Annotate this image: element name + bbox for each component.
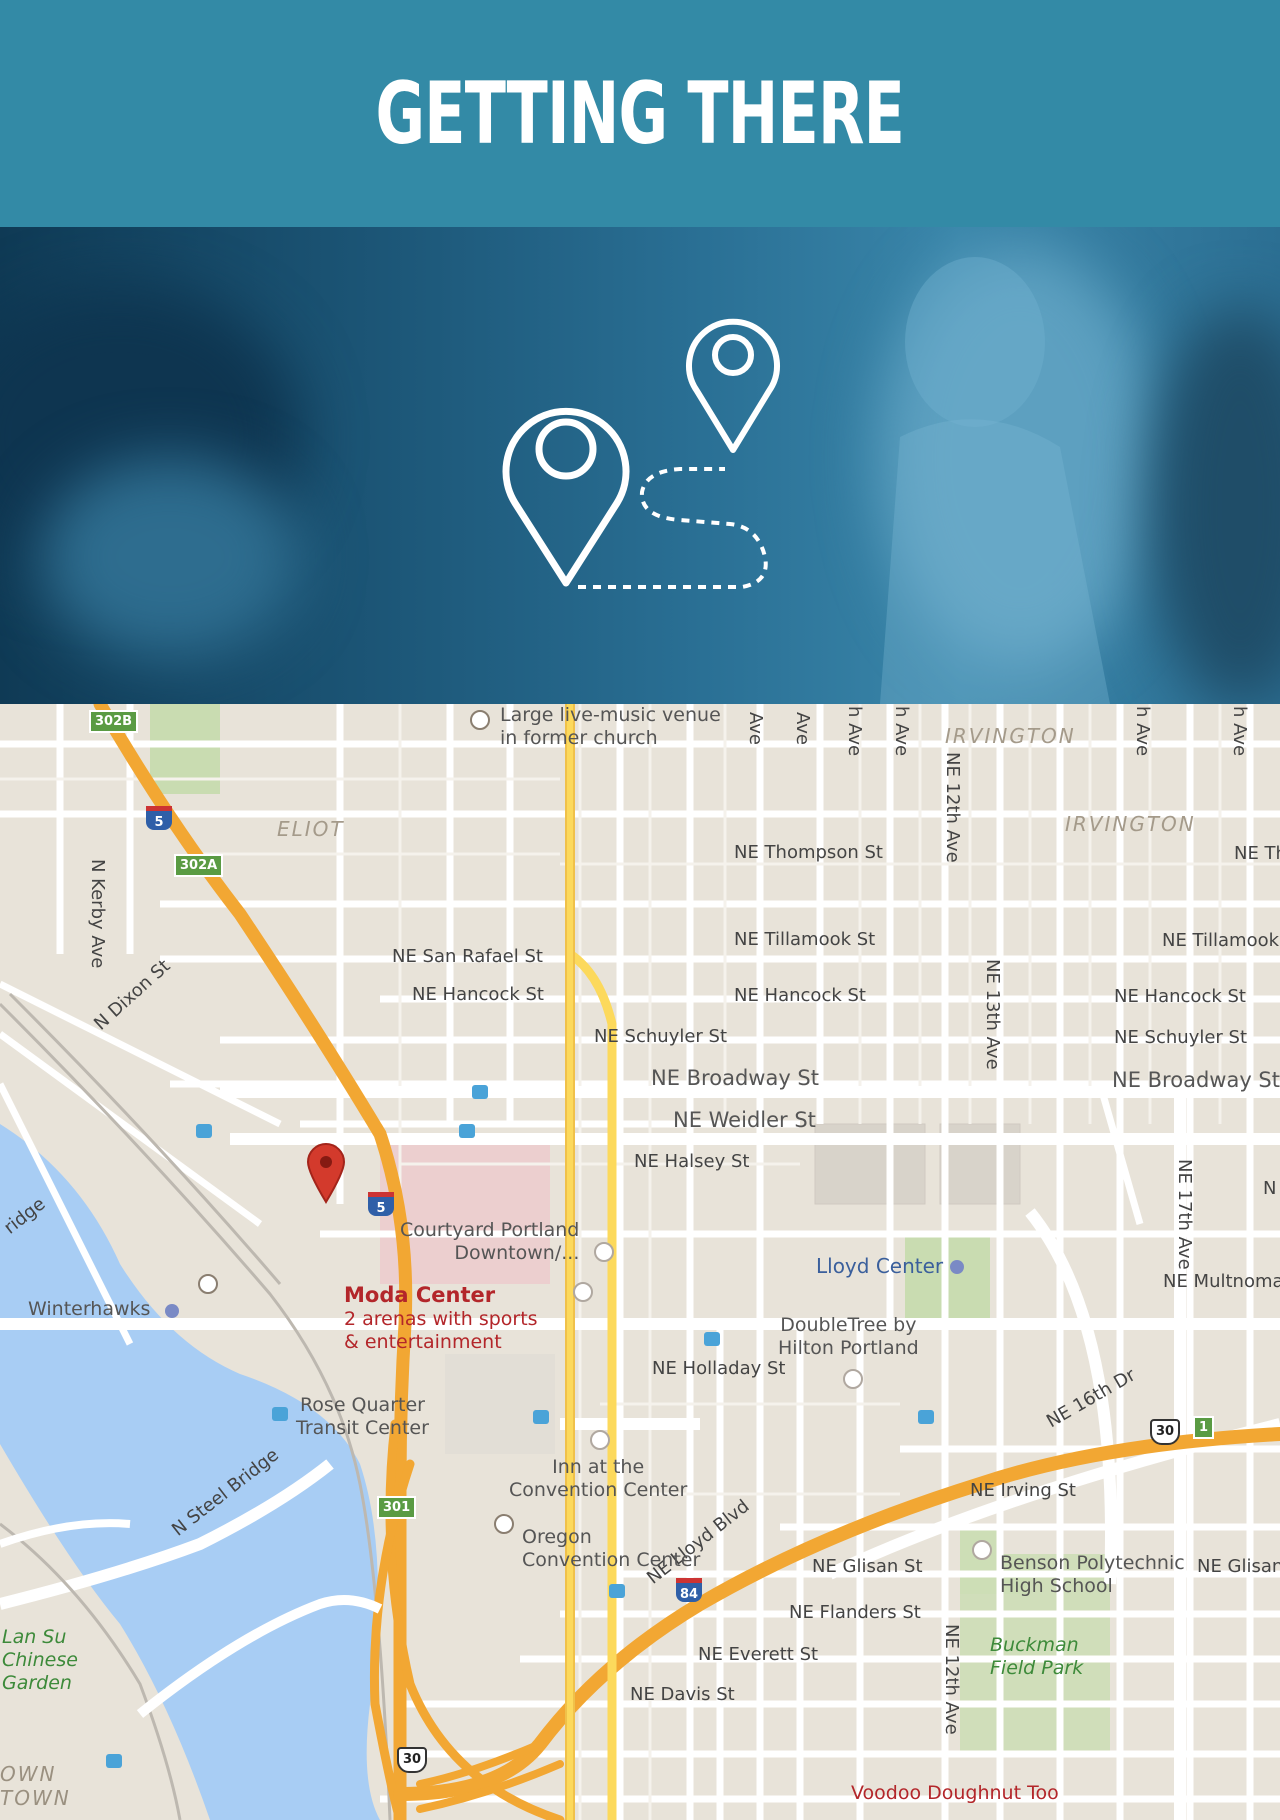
- exit-shield: 302B: [89, 710, 139, 733]
- street-label: Ave: [792, 712, 813, 745]
- street-label: NE Multnoma: [1163, 1271, 1280, 1292]
- exit-shield: 302A: [174, 854, 224, 877]
- street-label: NE Irving St: [970, 1480, 1076, 1501]
- us-route-shield: 30: [1150, 1419, 1180, 1445]
- transit-icon: [472, 1085, 488, 1099]
- neighborhood-label: IRVINGTON: [945, 724, 1076, 748]
- interstate-shield: 5: [146, 806, 172, 830]
- neighborhood-label: OWN TOWN: [0, 1762, 71, 1810]
- transit-icon: [609, 1584, 625, 1598]
- interstate-shield: 5: [368, 1192, 394, 1216]
- transit-icon: [704, 1332, 720, 1346]
- exit-shield: 1: [1193, 1416, 1215, 1439]
- poi-courtyard[interactable]: Courtyard Portland Downtown/...: [400, 1219, 579, 1265]
- hotel-icon: [843, 1369, 863, 1389]
- hotel-icon: [590, 1430, 610, 1450]
- poi-music-venue[interactable]: Large live-music venue in former church: [500, 704, 721, 750]
- street-label: h Ave: [844, 706, 865, 757]
- transit-icon: [196, 1124, 212, 1138]
- street-label: N: [1263, 1178, 1277, 1199]
- street-label: h Ave: [1229, 706, 1250, 757]
- hotel-icon: [573, 1282, 593, 1302]
- poi-inn-convention[interactable]: Inn at the Convention Center: [509, 1456, 687, 1502]
- street-label: NE 17th Ave: [1174, 1159, 1195, 1270]
- street-label: NE Hancock St: [734, 985, 866, 1006]
- transit-icon: [106, 1754, 122, 1768]
- street-label: NE Halsey St: [634, 1151, 750, 1172]
- neighborhood-label: ELIOT: [277, 817, 345, 841]
- interstate-shield: 84: [676, 1578, 702, 1602]
- street-label: N Kerby Ave: [87, 859, 108, 969]
- poi-buckman-park[interactable]: Buckman Field Park: [990, 1634, 1083, 1680]
- exit-shield: 301: [377, 1496, 417, 1519]
- poi-lloyd-center[interactable]: Lloyd Center: [816, 1254, 943, 1278]
- street-label: NE Tillamook St: [734, 929, 876, 950]
- map-view[interactable]: ELIOT IRVINGTON IRVINGTON N Kerby Ave N …: [0, 704, 1280, 1820]
- page-header: GETTING THERE: [0, 0, 1280, 227]
- transit-icon: [533, 1410, 549, 1424]
- street-label: h Ave: [1132, 706, 1153, 757]
- street-label: NE Broadway St: [651, 1066, 819, 1090]
- us-route-shield: 30: [397, 1747, 427, 1773]
- poi-benson[interactable]: Benson Polytechnic High School: [1000, 1552, 1185, 1598]
- street-label: NE 12th Ave: [942, 752, 963, 863]
- transit-icon: [918, 1410, 934, 1424]
- street-label: NE Thompson St: [734, 842, 883, 863]
- street-label: NE 12th Ave: [941, 1624, 962, 1735]
- street-label: NE Glisan: [1197, 1556, 1280, 1577]
- street-label: NE Weidler St: [673, 1108, 816, 1132]
- street-label: NE 13th Ave: [982, 959, 1003, 1070]
- street-label: NE Hancock St: [412, 984, 544, 1005]
- hotel-icon: [594, 1242, 614, 1262]
- school-icon: [972, 1540, 992, 1560]
- poi-doubletree[interactable]: DoubleTree by Hilton Portland: [778, 1314, 919, 1360]
- poi-rose-quarter[interactable]: Rose Quarter Transit Center: [296, 1394, 429, 1440]
- poi-voodoo-doughnut[interactable]: Voodoo Doughnut Too: [851, 1782, 1059, 1805]
- poi-moda-center-desc: 2 arenas with sports & entertainment: [344, 1308, 538, 1353]
- street-label: NE Schuyler St: [1114, 1027, 1248, 1048]
- hero-banner: [0, 227, 1280, 704]
- landmark-icon: [198, 1274, 218, 1294]
- street-label: NE Broadway St: [1112, 1068, 1280, 1092]
- street-label: Ave: [745, 712, 766, 745]
- street-label: NE Tillamook: [1162, 930, 1280, 951]
- street-label: NE San Rafael St: [392, 946, 543, 967]
- street-label: h Ave: [891, 706, 912, 757]
- poi-lan-su-garden[interactable]: Lan Su Chinese Garden: [2, 1626, 78, 1694]
- landmark-icon: [494, 1514, 514, 1534]
- poi-moda-center[interactable]: Moda Center: [344, 1283, 495, 1308]
- transit-icon: [459, 1124, 475, 1138]
- street-label: NE Holladay St: [652, 1358, 786, 1379]
- shop-icon: [950, 1260, 964, 1274]
- poi-winterhawks[interactable]: Winterhawks: [28, 1298, 150, 1321]
- neighborhood-label: IRVINGTON: [1065, 812, 1196, 836]
- poi-oregon-convention[interactable]: Oregon Convention Center: [522, 1526, 700, 1572]
- street-label: NE Davis St: [630, 1684, 735, 1705]
- street-label: NE Hancock St: [1114, 986, 1246, 1007]
- landmark-icon: [470, 710, 490, 730]
- street-label: NE Everett St: [698, 1644, 819, 1665]
- street-label: NE Flanders St: [789, 1602, 921, 1623]
- transit-icon: [272, 1407, 288, 1421]
- page-title: GETTING THERE: [375, 63, 905, 164]
- street-label: NE Schuyler St: [594, 1026, 728, 1047]
- street-label: NE Th: [1234, 843, 1280, 864]
- street-label: NE Glisan St: [812, 1556, 923, 1577]
- location-pins-route-icon: [502, 257, 1110, 704]
- shop-icon: [165, 1304, 179, 1318]
